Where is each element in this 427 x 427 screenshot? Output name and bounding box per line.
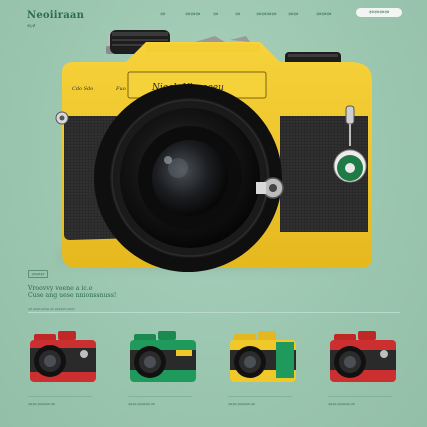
product-camera-1: [30, 331, 96, 382]
nav-item-6[interactable]: ॶॼॶॼ: [288, 11, 298, 16]
nav-item-4[interactable]: ॶॼ: [235, 11, 240, 16]
product-caption: ॶॼॶॼ ॶॼॶॼॶॼ ॶॼ: [128, 402, 155, 406]
nav-item-7[interactable]: ॶॼॶॼॶॼ: [316, 11, 331, 16]
product-divider: [328, 396, 392, 397]
product-divider: [128, 396, 192, 397]
brand[interactable]: Neoiiraan ॻ॔ॡ ॹॕ: [27, 10, 84, 29]
section-divider: [28, 312, 400, 313]
product-caption: ॶॼॶॼ ॶॼॶॼॶॼ ॶॼ: [228, 402, 255, 406]
product-camera-3: [230, 331, 296, 382]
headline-line-2: Cuse ang uese nnionssnuss!: [28, 292, 117, 299]
section-subline: ॶॼ ॶॼॶॼ ॶॼॶॼ ॶॼ ॶॼॶॼॶॼ ॶॼॶॼ: [28, 308, 75, 311]
camera-lens: [94, 84, 282, 272]
product-divider: [228, 396, 292, 397]
product-card-2[interactable]: ॶॼॶॼ ॶॼॶॼॶॼ ॶॼ: [128, 328, 208, 418]
nav-item-3[interactable]: ॶॼ: [213, 11, 218, 16]
header-cta-button[interactable]: ॶॼॶॼॶॼॶॼ: [356, 8, 402, 17]
nav-item-5[interactable]: ॶॼॶॼॶॼॶॼ: [256, 11, 276, 16]
camera-right-mark: Fuo: [115, 86, 126, 92]
product-camera-4: [330, 331, 396, 382]
section-badge[interactable]: ॶॼॶॼॶॼ: [28, 270, 48, 278]
camera-left-mark: Cdo Ѕdo: [72, 86, 93, 92]
section-headline: Vroovvy veene a ic.e Cuse ang uese nnion…: [28, 285, 228, 299]
product-grid: ॶॼॶॼ ॶॼॶॼॶॼ ॶॼ ॶॼॶॼ ॶॼॶॼॶॼ ॶॼ ॶॼॶॼ ॶॼॶॼॶ…: [0, 328, 427, 418]
brand-logo-text: Neoiiraan: [27, 10, 85, 21]
product-caption: ॶॼॶॼ ॶॼॶॼॶॼ ॶॼ: [328, 402, 355, 406]
product-card-4[interactable]: ॶॼॶॼ ॶॼॶॼॶॼ ॶॼ: [328, 328, 408, 418]
product-card-3[interactable]: ॶॼॶॼ ॶॼॶॼॶॼ ॶॼ: [228, 328, 308, 418]
top-plate: [146, 44, 260, 52]
nav-item-2[interactable]: ॶॼॶॼॶॼ: [185, 11, 200, 16]
nav-item-1[interactable]: ॶॼ: [160, 11, 165, 16]
hero-camera: Nieeh Ulereeeu Cdo Ѕdo Fuo: [55, 30, 372, 272]
product-divider: [28, 396, 92, 397]
product-card-1[interactable]: ॶॼॶॼ ॶॼॶॼॶॼ ॶॼ: [28, 328, 108, 418]
product-caption: ॶॼॶॼ ॶॼॶॼॶॼ ॶॼ: [28, 402, 55, 406]
product-camera-2: [130, 331, 196, 382]
headline-line-1: Vroovvy veene a ic.e: [28, 285, 93, 292]
